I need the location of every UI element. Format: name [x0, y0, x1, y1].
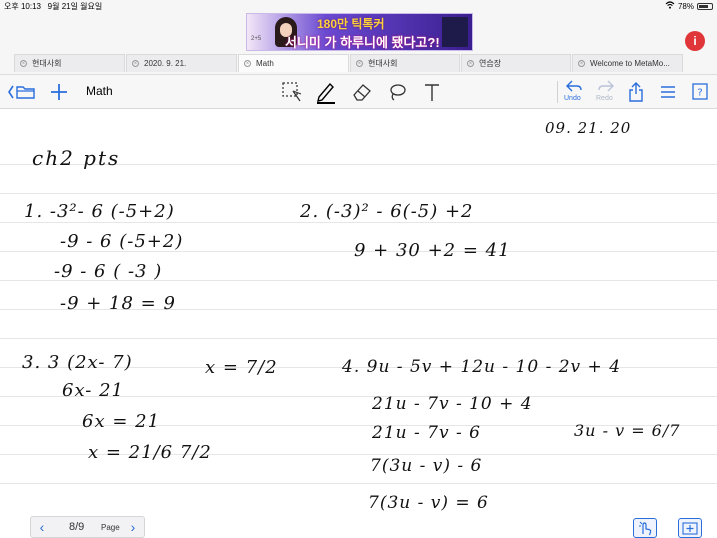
help-icon: ?	[692, 82, 708, 100]
status-time-date: 오후 10:13 9월 21일 월요일	[4, 1, 102, 12]
note-page[interactable]: 09. 21. 20 ch2 pts 1. -3²- 6 (-5+2) -9 -…	[0, 109, 717, 538]
problem1-line2: -9 - 6 (-5+2)	[60, 231, 184, 252]
lasso-select-tool[interactable]	[279, 75, 305, 108]
info-icon[interactable]: i	[685, 31, 705, 51]
add-page-button[interactable]	[46, 75, 72, 108]
tab-label: 현대사회	[368, 59, 398, 68]
problem2-line1: 2. (-3)² - 6(-5) +2	[300, 201, 474, 222]
close-icon[interactable]: ×	[20, 60, 27, 68]
undo-icon	[566, 80, 582, 92]
page-navigator: ‹ 8/9 Page ›	[30, 516, 145, 538]
tab-welcome-metamoji[interactable]: × Welcome to MetaMo...	[572, 54, 683, 72]
problem1-line4: -9 + 18 = 9	[60, 293, 176, 314]
problem1-line3: -9 - 6 ( -3 )	[54, 261, 163, 282]
redo-button[interactable]	[592, 75, 620, 97]
lasso-icon	[390, 83, 406, 101]
ruling-line	[0, 222, 717, 223]
status-time: 오후 10:13	[4, 2, 41, 11]
share-icon	[629, 81, 643, 102]
wifi-icon	[665, 1, 675, 11]
next-page-button[interactable]: ›	[126, 518, 140, 536]
folder-icon	[8, 85, 35, 99]
ad-small-text: 2+5	[251, 36, 262, 42]
close-icon[interactable]: ×	[132, 60, 139, 68]
toolbar-divider	[557, 81, 558, 103]
tab-label: 현대사회	[32, 59, 62, 68]
note-heading: ch2 pts	[32, 146, 121, 170]
problem3-line1: 3. 3 (2x- 7)	[22, 352, 133, 373]
problem4-line2: 21u - 7v - 10 + 4	[372, 394, 533, 414]
text-icon	[425, 83, 439, 101]
redo-icon	[598, 80, 614, 92]
list-icon	[661, 85, 675, 98]
tab-label: Math	[256, 59, 274, 68]
ad-thumbnail-image	[442, 17, 468, 47]
battery-percent: 78%	[677, 1, 694, 11]
tab-label: Welcome to MetaMo...	[590, 59, 670, 68]
problem4-line3: 21u - 7v - 6	[372, 423, 481, 443]
battery-fill	[699, 4, 708, 8]
eraser-icon	[353, 83, 371, 101]
tab-label: 연습장	[479, 59, 502, 68]
note-date: 09. 21. 20	[545, 119, 632, 137]
previous-page-button[interactable]: ‹	[35, 518, 49, 536]
problem4-line4: 7(3u - v) - 6	[370, 456, 483, 476]
pen-icon	[317, 82, 335, 104]
help-button[interactable]: ?	[688, 75, 712, 108]
toolbar: Math Undo Redo ?	[0, 75, 717, 109]
close-icon[interactable]: ×	[356, 60, 363, 68]
ad-line1: 180만 틱톡커	[317, 17, 385, 31]
close-icon[interactable]: ×	[244, 60, 251, 68]
share-button[interactable]	[624, 75, 648, 108]
text-tool[interactable]	[419, 75, 445, 108]
page-list-button[interactable]	[656, 75, 680, 108]
tab-label: 2020. 9. 21.	[144, 59, 187, 68]
touch-mode-button[interactable]	[633, 518, 657, 538]
problem3-line4: x = 21/6 7/2	[88, 442, 212, 463]
ad-banner[interactable]: 180만 틱톡커 서니미 가 하루니에 됐다고?! 2+5	[246, 13, 473, 51]
undo-label: Undo	[564, 95, 581, 102]
problem2-line2: 9 + 30 +2 = 41	[354, 240, 511, 261]
eraser-tool[interactable]	[349, 75, 375, 108]
status-date: 9월 21일 월요일	[47, 2, 103, 11]
battery-icon	[697, 2, 713, 10]
ad-line2: 서니미 가 하루니에 됐다고?!	[285, 35, 440, 50]
page-label: Page	[101, 523, 120, 532]
ruling-line	[0, 483, 717, 484]
pen-tool[interactable]	[313, 75, 339, 108]
problem3-line2: 6x- 21	[62, 380, 124, 401]
add-page-icon	[682, 522, 698, 535]
add-page-corner-button[interactable]	[678, 518, 702, 538]
undo-button[interactable]	[560, 75, 588, 97]
tab-yeonseupjang[interactable]: × 연습장	[461, 54, 571, 72]
problem3-answer: x = 7/2	[205, 357, 278, 378]
plus-icon	[51, 83, 67, 100]
problem4-line5: 7(3u - v) = 6	[368, 493, 489, 513]
page-number: 8/9	[69, 521, 85, 533]
tab-2020-9-21[interactable]: × 2020. 9. 21.	[126, 54, 237, 72]
folder-button[interactable]	[6, 75, 38, 108]
problem4-line1: 4. 9u - 5v + 12u - 10 - 2v + 4	[342, 357, 622, 377]
redo-label: Redo	[596, 95, 613, 102]
ruling-line	[0, 193, 717, 194]
close-icon[interactable]: ×	[467, 60, 474, 68]
ad-bar: 180만 틱톡커 서니미 가 하루니에 됐다고?! 2+5 i	[0, 12, 717, 52]
lasso-tool[interactable]	[384, 75, 410, 108]
tab-math[interactable]: × Math	[238, 54, 349, 72]
problem1-line1: 1. -3²- 6 (-5+2)	[24, 201, 175, 222]
svg-text:?: ?	[697, 87, 702, 98]
lasso-select-icon	[282, 81, 302, 101]
tab-hyundae-sahoe-1[interactable]: × 현대사회	[14, 54, 125, 72]
close-icon[interactable]: ×	[578, 60, 585, 68]
ruling-line	[0, 338, 717, 339]
hand-pointer-icon	[639, 521, 652, 536]
status-indicators: 78%	[665, 1, 713, 11]
tab-hyundae-sahoe-2[interactable]: × 현대사회	[350, 54, 460, 72]
problem3-line3: 6x = 21	[82, 411, 161, 432]
document-title: Math	[86, 84, 113, 98]
problem4-answer: 3u - v = 6/7	[574, 421, 681, 440]
tab-bar: × 현대사회 × 2020. 9. 21. × Math × 현대사회 × 연습장 × We…	[0, 52, 717, 75]
status-bar: 오후 10:13 9월 21일 월요일 78%	[0, 0, 717, 12]
